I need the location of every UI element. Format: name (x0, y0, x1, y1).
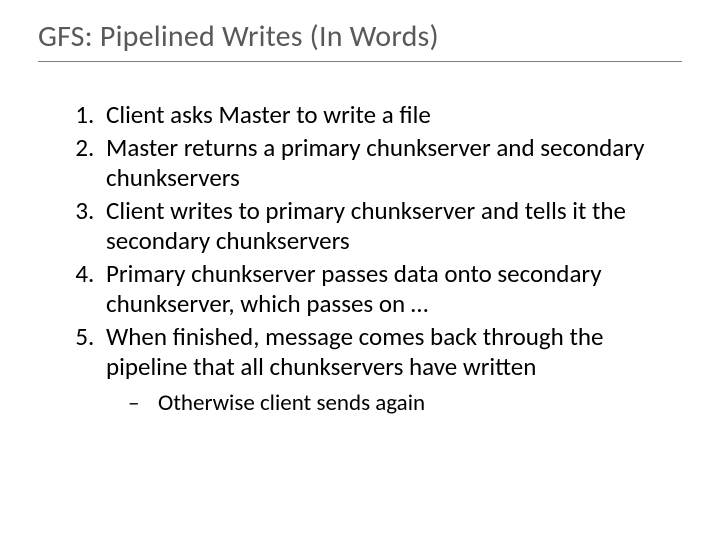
list-item: Master returns a primary chunkserver and… (100, 133, 682, 194)
list-item-text: When finished, message comes back throug… (106, 321, 603, 383)
sub-list: Otherwise client sends again (106, 389, 682, 417)
list-item: Client writes to primary chunkserver and… (100, 196, 682, 257)
numbered-list: Client asks Master to write a file Maste… (38, 100, 682, 417)
slide-title: GFS: Pipelined Writes (In Words) (38, 18, 682, 55)
title-divider (38, 61, 682, 62)
list-item: Client asks Master to write a file (100, 100, 682, 131)
list-item: Primary chunkserver passes data onto sec… (100, 259, 682, 320)
sub-list-item-text: Otherwise client sends again (158, 389, 425, 417)
sub-list-item: Otherwise client sends again (134, 389, 682, 417)
slide: GFS: Pipelined Writes (In Words) Client … (0, 0, 720, 540)
list-item: When finished, message comes back throug… (100, 322, 682, 417)
